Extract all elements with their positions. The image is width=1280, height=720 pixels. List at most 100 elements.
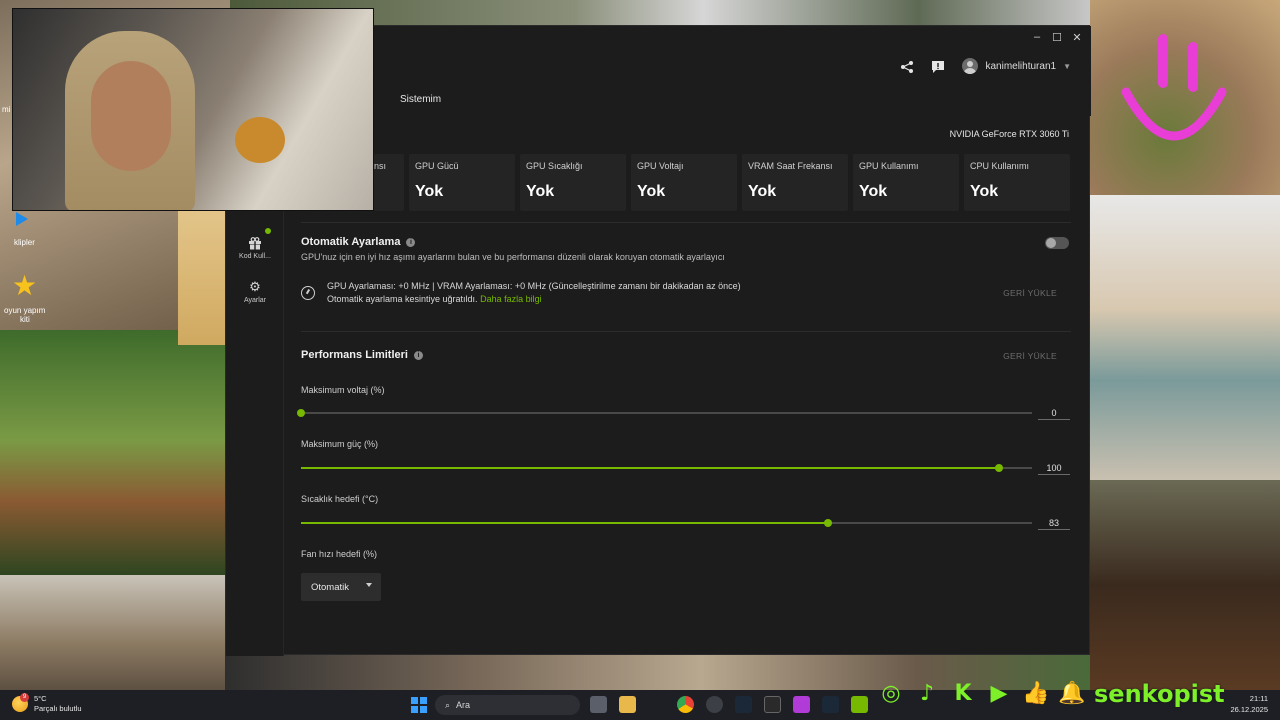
username: kanimelihturan1 bbox=[985, 60, 1057, 72]
stat-label: GPU Gücü bbox=[415, 161, 459, 171]
tiktok-icon: ♪ bbox=[919, 681, 935, 706]
interrupted-text: Otomatik ayarlama kesintiye uğratıldı. bbox=[327, 294, 478, 304]
background-photo-squirrel bbox=[0, 330, 225, 575]
background-photo-monkey bbox=[0, 575, 225, 690]
slider-label: Fan hızı hedefi (%) bbox=[301, 549, 378, 559]
steam-icon[interactable] bbox=[735, 696, 752, 713]
stat-card: GPU Gücü Yok bbox=[409, 154, 515, 211]
gauge-icon bbox=[301, 286, 315, 300]
app-icon[interactable] bbox=[793, 696, 810, 713]
stats-row: nsı GPU Gücü Yok GPU Sıcaklığı Yok GPU Vol… bbox=[374, 154, 1070, 211]
tuning-status: GPU Ayarlaması: +0 MHz | VRAM Ayarlaması… bbox=[327, 281, 741, 291]
taskbar-search[interactable]: ⌕ Ara bbox=[435, 695, 580, 715]
tab-sistemim[interactable]: Sistemim bbox=[400, 94, 441, 105]
bell-icon: 🔔 bbox=[1058, 681, 1086, 706]
instagram-icon: ◎ bbox=[881, 681, 901, 706]
notification-badge: 9 bbox=[20, 693, 29, 702]
kick-icon: K bbox=[954, 681, 972, 706]
windows-start-icon[interactable] bbox=[411, 697, 427, 713]
clock-date: 26.12.2025 bbox=[1230, 705, 1268, 714]
auto-tuning-description: GPU'nuz için en iyi hız aşımı ayarlarını… bbox=[301, 252, 725, 262]
search-icon: ⌕ bbox=[445, 699, 451, 710]
stat-card: GPU Kullanımı Yok bbox=[853, 154, 959, 211]
chrome-icon[interactable] bbox=[677, 696, 694, 713]
stat-value: Yok bbox=[748, 183, 777, 200]
stat-label: CPU Kullanımı bbox=[970, 161, 1030, 171]
slider-fill bbox=[301, 467, 1000, 469]
weather-desc: Parçalı bulutlu bbox=[34, 704, 82, 713]
gift-icon bbox=[248, 236, 262, 250]
overlay-label: mi bbox=[2, 105, 11, 114]
stat-label: GPU Voltajı bbox=[637, 161, 684, 171]
avatar bbox=[962, 58, 979, 74]
task-view-icon[interactable] bbox=[590, 696, 607, 713]
auto-tuning-title: Otomatik Ayarlama bbox=[301, 236, 401, 248]
fan-speed-dropdown[interactable]: Otomatik bbox=[301, 573, 381, 601]
voltage-value[interactable]: 0 bbox=[1038, 406, 1070, 420]
close-icon[interactable]: ✕ bbox=[1067, 28, 1087, 46]
power-slider[interactable] bbox=[301, 464, 1032, 472]
nav-item-settings[interactable]: ⚙ Ayarlar bbox=[226, 279, 284, 305]
stat-value: Yok bbox=[859, 183, 888, 200]
social-overlay: ◎ ♪ K ▶ 👍 🔔 senkopist bbox=[878, 680, 1225, 708]
restore-button[interactable]: GERİ YÜKLE bbox=[1003, 351, 1057, 361]
divider bbox=[301, 222, 1071, 223]
slider-thumb[interactable] bbox=[824, 519, 833, 527]
nvidia-app-icon[interactable] bbox=[851, 696, 868, 713]
social-handle: senkopist bbox=[1094, 680, 1225, 708]
person-face bbox=[91, 61, 171, 171]
stat-value: Yok bbox=[415, 183, 444, 200]
system-clock[interactable]: 21:11 26.12.2025 bbox=[1230, 693, 1268, 715]
power-value[interactable]: 100 bbox=[1038, 461, 1070, 475]
restore-button[interactable]: GERİ YÜKLE bbox=[1003, 288, 1057, 298]
nav-label: Kod Kull... bbox=[239, 253, 271, 260]
gpu-model: NVIDIA GeForce RTX 3060 Ti bbox=[949, 129, 1069, 139]
app-icon[interactable] bbox=[706, 696, 723, 713]
gear-icon: ⚙ bbox=[249, 279, 261, 294]
section-title: Performans Limitleri i bbox=[301, 349, 423, 361]
learn-more-link[interactable]: Daha fazla bilgi bbox=[480, 294, 542, 304]
stat-value: Yok bbox=[526, 183, 555, 200]
temperature-value[interactable]: 83 bbox=[1038, 516, 1070, 530]
tuning-interrupted: Otomatik ayarlama kesintiye uğratıldı. D… bbox=[327, 294, 542, 304]
weather-widget[interactable]: 9 5°C Parçalı bulutlu bbox=[12, 693, 82, 714]
feedback-icon[interactable] bbox=[929, 58, 947, 76]
smiley-overlay-icon bbox=[1121, 34, 1227, 141]
stat-label: GPU Sıcaklığı bbox=[526, 161, 583, 171]
steam-icon[interactable] bbox=[822, 696, 839, 713]
weather-temp: 5°C bbox=[34, 694, 47, 703]
overlay-label: oyun yapım bbox=[4, 306, 46, 315]
background-photo-dog bbox=[178, 210, 230, 345]
chevron-down-icon: ▼ bbox=[1063, 61, 1071, 71]
maximize-icon[interactable]: ☐ bbox=[1047, 28, 1067, 46]
user-menu[interactable]: kanimelihturan1 ▼ bbox=[962, 58, 1071, 74]
info-icon[interactable]: i bbox=[406, 237, 416, 247]
nav-item-codes[interactable]: Kod Kull... bbox=[226, 236, 284, 260]
file-explorer-icon[interactable] bbox=[619, 696, 636, 713]
stat-card: GPU Voltajı Yok bbox=[631, 154, 737, 211]
slider-thumb[interactable] bbox=[297, 409, 305, 417]
clock-time: 21:11 bbox=[1249, 694, 1268, 703]
stat-label: VRAM Saat Frekansı bbox=[748, 161, 833, 171]
overlay-label: klipler bbox=[14, 238, 35, 247]
slider-label: Sıcaklık hedefi (°C) bbox=[301, 494, 379, 504]
weather-icon: 9 bbox=[12, 693, 29, 712]
info-icon[interactable]: i bbox=[413, 350, 423, 360]
stat-label: GPU Kullanımı bbox=[859, 161, 919, 171]
teddy-bear bbox=[235, 117, 285, 163]
epic-games-icon[interactable] bbox=[764, 696, 781, 713]
minimize-icon[interactable]: – bbox=[1027, 28, 1047, 46]
slider-fill bbox=[301, 522, 829, 524]
tab-bar: Sistemim bbox=[374, 86, 1091, 116]
search-placeholder: Ara bbox=[456, 700, 471, 710]
dropdown-value: Otomatik bbox=[311, 582, 350, 593]
stat-value: Yok bbox=[637, 183, 666, 200]
share-icon[interactable] bbox=[898, 58, 916, 76]
slider-label: Maksimum voltaj (%) bbox=[301, 385, 385, 395]
slider-label: Maksimum güç (%) bbox=[301, 439, 379, 449]
temperature-slider[interactable] bbox=[301, 519, 1032, 527]
slider-thumb[interactable] bbox=[995, 464, 1004, 472]
webcam-overlay bbox=[12, 8, 374, 211]
auto-tuning-toggle[interactable] bbox=[1045, 237, 1069, 249]
voltage-slider[interactable] bbox=[297, 409, 1032, 417]
